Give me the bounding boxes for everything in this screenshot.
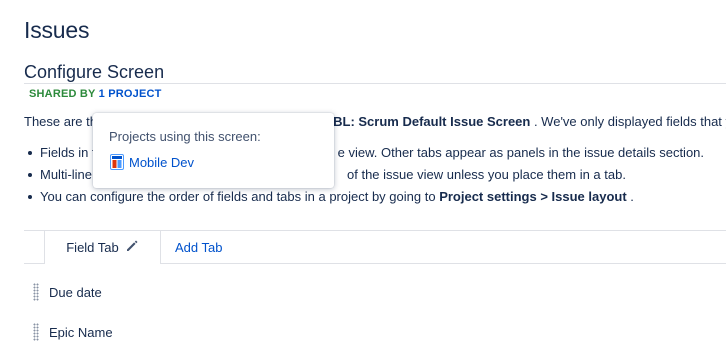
- field-label: Epic Name: [49, 324, 113, 340]
- section-divider: [24, 83, 726, 84]
- page: Issues Configure Screen SHARED BY 1 PROJ…: [0, 0, 726, 342]
- project-name: Mobile Dev: [129, 154, 195, 170]
- issue-layout-path: Project settings > Issue layout: [439, 189, 627, 204]
- drag-handle-icon[interactable]: [33, 283, 39, 301]
- intro-start: These are th: [24, 114, 97, 129]
- bullet-text-end: .: [626, 189, 634, 204]
- shared-by-prefix: SHARED BY: [29, 88, 96, 100]
- project-avatar-icon: [110, 154, 124, 170]
- field-row[interactable]: Due date: [33, 282, 102, 302]
- field-label: Due date: [49, 284, 102, 300]
- section-title: Configure Screen: [24, 62, 165, 82]
- screen-name: OBL: Scrum Default Issue Screen: [323, 114, 531, 129]
- field-row[interactable]: Epic Name: [33, 322, 113, 342]
- shared-projects-link[interactable]: 1 PROJECT: [99, 88, 162, 100]
- intro-end: . We've only displayed fields that y: [530, 114, 726, 129]
- tab-field-tab[interactable]: Field Tab: [44, 231, 161, 264]
- drag-handle-icon[interactable]: [33, 323, 39, 341]
- popup-title: Projects using this screen:: [109, 129, 261, 144]
- bullet-text-start: Multi-line: [40, 167, 93, 182]
- bullet-text-start: You can configure the order of fields an…: [40, 189, 440, 204]
- projects-popup: Projects using this screen: Mobile Dev: [93, 113, 334, 188]
- shared-by-label: SHARED BY 1 PROJECT: [29, 88, 162, 100]
- list-item: You can configure the order of fields an…: [24, 189, 704, 211]
- page-title: Issues: [24, 17, 90, 43]
- bullet-text-end: e view. Other tabs appear as panels in t…: [337, 145, 705, 160]
- tab-label: Field Tab: [66, 240, 119, 255]
- pencil-icon[interactable]: [125, 239, 139, 253]
- bullet-text-end: of the issue view unless you place them …: [347, 167, 626, 182]
- bullet-text-start: Fields in t: [40, 145, 96, 160]
- add-tab-link[interactable]: Add Tab: [175, 240, 222, 255]
- popup-project-item[interactable]: Mobile Dev: [110, 154, 194, 170]
